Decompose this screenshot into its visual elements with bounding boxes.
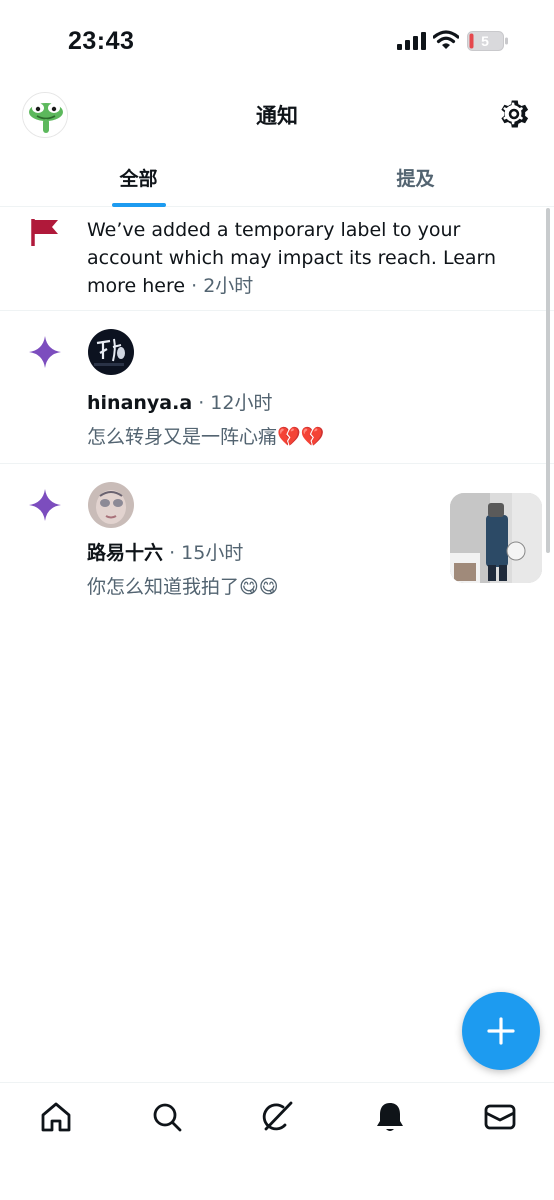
notifications-bell-icon[interactable] <box>370 1097 410 1137</box>
tab-all-label: 全部 <box>119 168 158 190</box>
plus-icon <box>487 1017 515 1045</box>
notification-post[interactable]: hinanya.a · 12小时 怎么转身又是一阵心痛💔💔 <box>0 311 554 464</box>
post-text: 你怎么知道我拍了😋😋 <box>87 576 279 598</box>
username[interactable]: hinanya.a <box>87 392 192 414</box>
avatar-image <box>88 482 134 528</box>
wifi-icon <box>433 30 459 49</box>
user-avatar[interactable] <box>88 329 134 375</box>
tab-mentions-label: 提及 <box>396 168 435 190</box>
search-icon[interactable] <box>147 1097 187 1137</box>
notification-post[interactable]: 路易十六 · 15小时 你怎么知道我拍了😋😋 <box>0 464 554 598</box>
tab-bar: 全部 提及 <box>0 152 554 207</box>
thumbnail-image <box>450 493 542 583</box>
flag-icon <box>31 219 58 246</box>
avatar-image <box>88 329 134 375</box>
user-avatar[interactable] <box>88 482 134 528</box>
messages-icon[interactable] <box>480 1097 520 1137</box>
page-title: 通知 <box>256 104 298 128</box>
post-media-thumbnail[interactable] <box>450 493 542 583</box>
cellular-signal-icon <box>397 32 426 50</box>
account-label-message: We’ve added a temporary label to your ac… <box>87 219 497 297</box>
status-bar: 23:43 5 <box>0 0 554 80</box>
sparkle-icon <box>29 336 61 368</box>
bottom-nav <box>0 1082 554 1200</box>
tab-all[interactable]: 全部 <box>0 152 277 207</box>
post-meta: 路易十六 · 15小时 <box>87 539 243 567</box>
notification-account-label[interactable]: We’ve added a temporary label to your ac… <box>0 207 554 311</box>
notifications-screen: 23:43 5 通知 全部 提及 We’ve added a temporary… <box>0 0 554 1200</box>
header: 通知 <box>0 80 554 152</box>
post-time: · 15小时 <box>169 542 244 564</box>
settings-gear-icon[interactable] <box>496 96 532 132</box>
scrollbar[interactable] <box>546 208 550 553</box>
notification-text: We’ve added a temporary label to your ac… <box>87 216 537 300</box>
status-time: 23:43 <box>68 27 135 55</box>
notification-time: · 2小时 <box>191 275 254 297</box>
home-icon[interactable] <box>36 1097 76 1137</box>
post-time: · 12小时 <box>198 392 273 414</box>
tab-mentions[interactable]: 提及 <box>277 152 554 207</box>
post-text: 怎么转身又是一阵心痛💔💔 <box>87 426 325 448</box>
compose-button[interactable] <box>462 992 540 1070</box>
username[interactable]: 路易十六 <box>87 542 163 564</box>
battery-icon: 5 <box>467 31 509 51</box>
sparkle-icon <box>29 489 61 521</box>
grok-icon[interactable] <box>257 1097 297 1137</box>
post-meta: hinanya.a · 12小时 <box>87 389 272 417</box>
battery-level: 5 <box>481 33 489 49</box>
